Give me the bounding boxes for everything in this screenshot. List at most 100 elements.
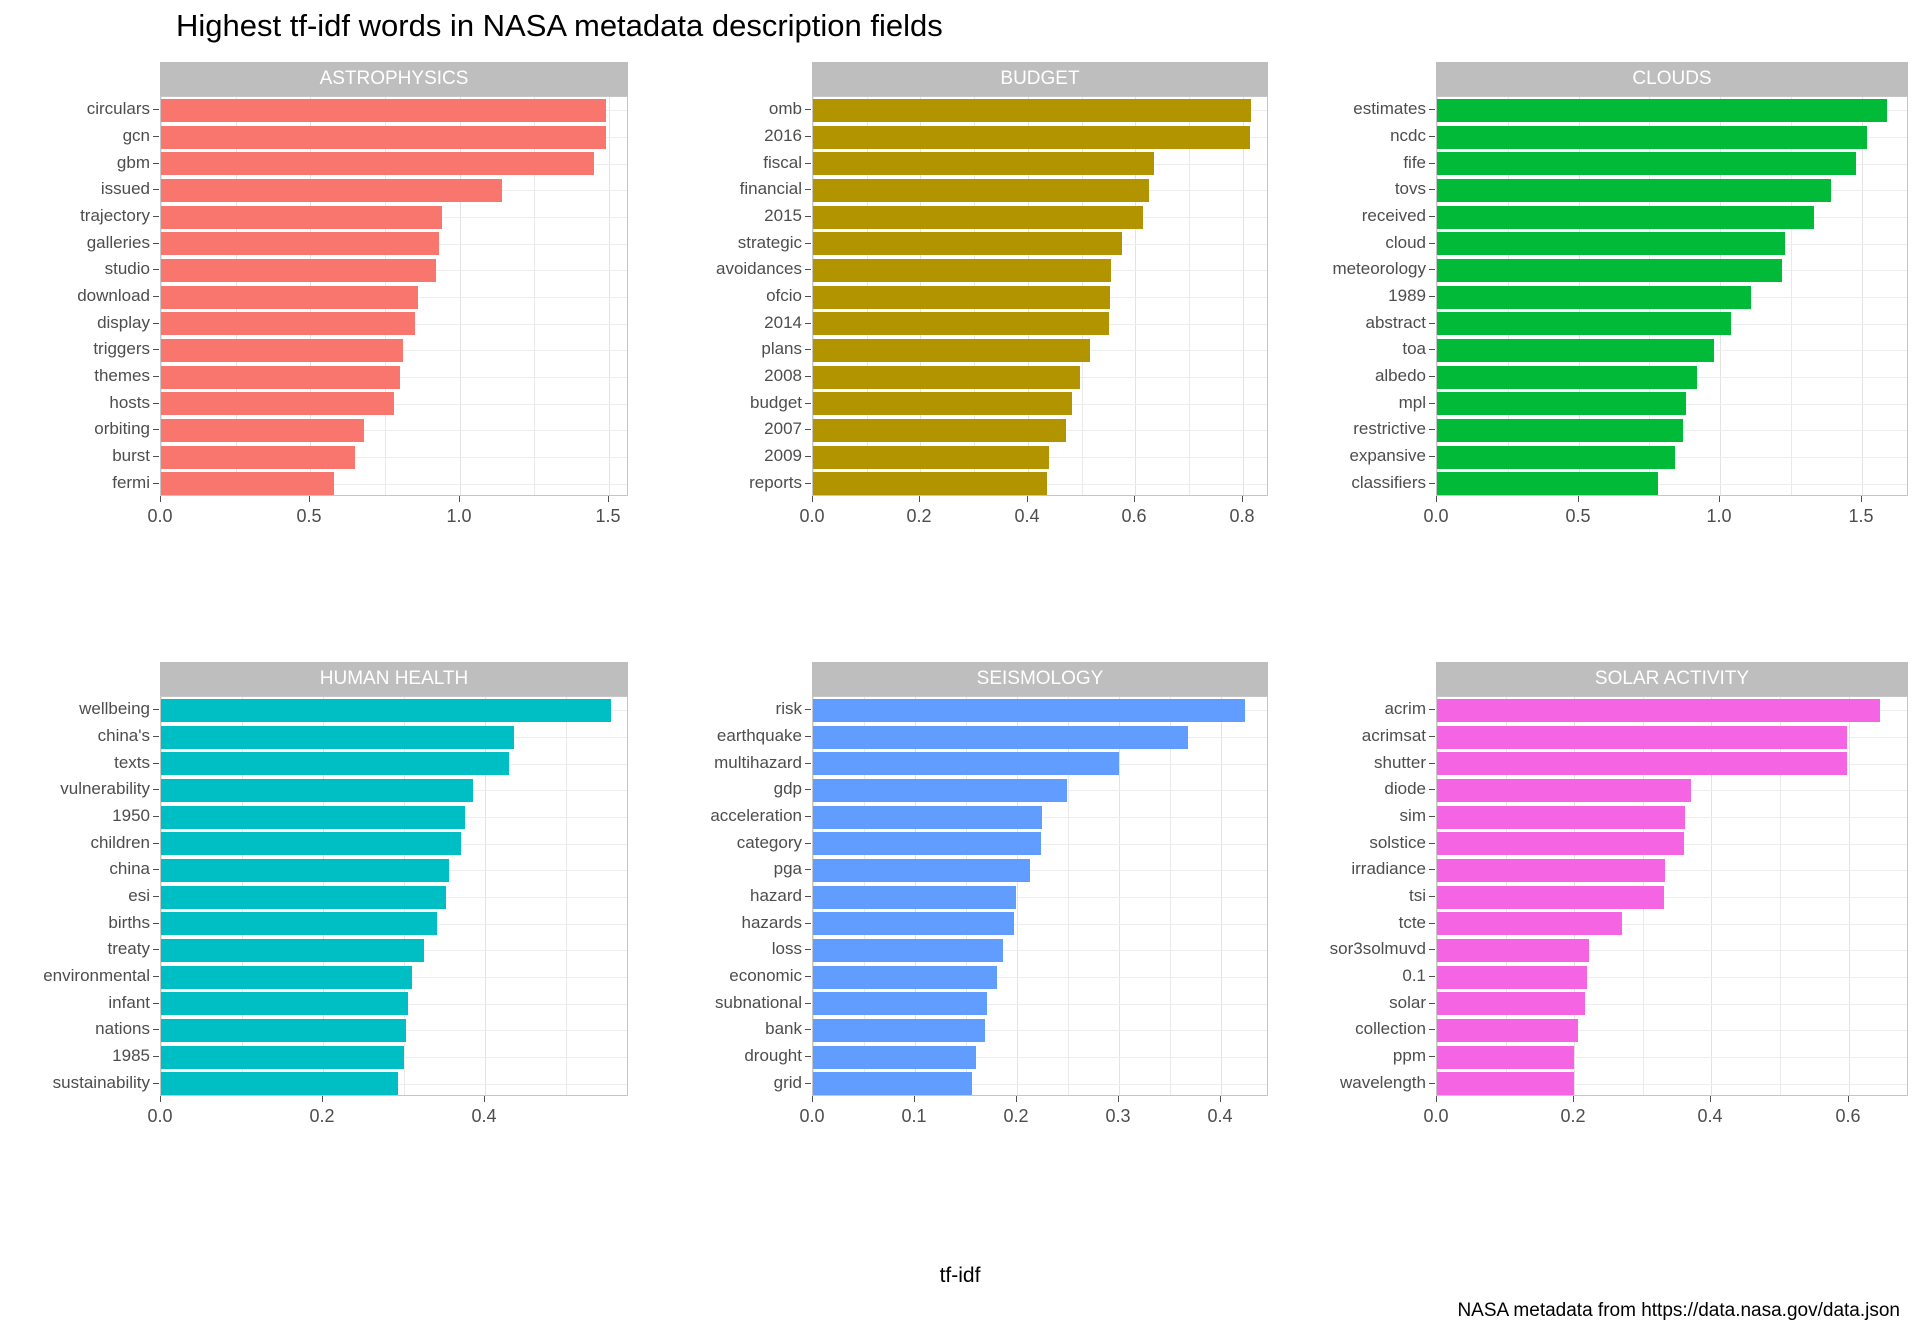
y-axis-tick-label: treaty: [107, 939, 150, 958]
y-axis: risk earthquake multihazard gdp acceleration…: [640, 696, 812, 1096]
y-axis-tick-label: loss: [771, 939, 802, 958]
y-axis: estimates ncdc fife tovs received cloud meteor…: [1280, 96, 1436, 496]
x-axis-tick-mark: [1027, 496, 1028, 502]
y-axis-tick-label: earthquake: [716, 726, 802, 745]
bar: [1437, 259, 1782, 282]
bar: [813, 1046, 976, 1069]
y-axis-tick-label: fiscal: [763, 153, 802, 172]
x-axis-tick-label: 0.3: [1105, 1106, 1131, 1126]
y-axis-tick-mark: [153, 483, 159, 484]
y-axis-tick-mark: [805, 1003, 811, 1004]
y-axis-tick-label: acrimsat: [1361, 726, 1426, 745]
y-axis-tick-label: themes: [94, 366, 150, 385]
y-axis-tick-label: 2014: [764, 313, 802, 332]
y-axis-tick-mark: [153, 816, 159, 817]
y-axis-tick-mark: [1429, 843, 1435, 844]
bar: [813, 472, 1047, 495]
bar: [1437, 99, 1887, 122]
y-axis-tick-label: diode: [1384, 779, 1426, 798]
y-axis-tick-mark: [153, 109, 159, 110]
y-axis-tick-label: ncdc: [1390, 126, 1426, 145]
plot-panel: [160, 696, 628, 1096]
y-axis-tick-mark: [805, 136, 811, 137]
x-axis-tick-label: 1.0: [1706, 506, 1732, 526]
facet-budget: BUDGET omb 2016 fiscal financial 2015 strategi…: [640, 52, 1280, 652]
x-axis-tick-label: 0.5: [1565, 506, 1591, 526]
y-axis-tick-mark: [805, 816, 811, 817]
y-axis-tick-mark: [153, 216, 159, 217]
y-axis-tick-label: collection: [1355, 1019, 1426, 1038]
y-axis-tick-label: expansive: [1349, 446, 1426, 465]
x-axis-tick-label: 0.4: [471, 1106, 497, 1126]
y-axis-tick-mark: [805, 1029, 811, 1030]
y-axis-tick-label: 2009: [764, 446, 802, 465]
y-axis-tick-mark: [1429, 163, 1435, 164]
bar: [1437, 806, 1685, 829]
y-axis-tick-mark: [805, 189, 811, 190]
y-axis-tick-mark: [805, 949, 811, 950]
y-axis-tick-mark: [153, 456, 159, 457]
y-axis-tick-mark: [153, 763, 159, 764]
plot-panel: [812, 96, 1268, 496]
y-axis-tick-label: abstract: [1365, 313, 1426, 332]
y-axis-tick-mark: [805, 456, 811, 457]
source-caption: NASA metadata from https://data.nasa.gov…: [1457, 1300, 1900, 1321]
bar: [161, 726, 514, 749]
y-axis-tick-mark: [153, 789, 159, 790]
x-axis-tick-mark: [1719, 496, 1720, 502]
y-axis-tick-label: fife: [1403, 153, 1426, 172]
bar: [813, 179, 1149, 202]
y-axis-tick-label: received: [1361, 206, 1426, 225]
y-axis-tick-mark: [153, 709, 159, 710]
facet-solar-activity: SOLAR ACTIVITY acrim acrimsat shutter diode s…: [1280, 652, 1920, 1252]
y-axis-tick-mark: [153, 163, 159, 164]
bar: [1437, 1019, 1578, 1042]
y-axis-tick-mark: [153, 949, 159, 950]
bar: [1437, 1046, 1574, 1069]
x-axis-tick-mark: [160, 496, 161, 502]
x-axis-tick-mark: [459, 496, 460, 502]
y-axis-tick-mark: [1429, 1003, 1435, 1004]
bar: [1437, 726, 1847, 749]
y-axis-tick-mark: [153, 403, 159, 404]
x-axis-tick-label: 0.0: [147, 1106, 173, 1126]
y-axis-tick-label: wellbeing: [79, 699, 150, 718]
bar: [161, 886, 446, 909]
x-axis-tick-label: 0.2: [1560, 1106, 1586, 1126]
y-axis-tick-label: strategic: [737, 233, 802, 252]
y-axis-tick-label: 2008: [764, 366, 802, 385]
y-axis-tick-label: births: [108, 913, 150, 932]
y-axis-tick-mark: [153, 296, 159, 297]
x-axis-tick-mark: [1242, 496, 1243, 502]
y-axis: circulars gcn gbm issued trajectory galleries…: [0, 96, 160, 496]
y-axis-tick-label: reports: [749, 473, 802, 492]
y-axis-tick-label: gbm: [116, 153, 150, 172]
y-axis-tick-mark: [805, 296, 811, 297]
bar: [161, 419, 364, 442]
x-axis-tick-label: 0.6: [1835, 1106, 1861, 1126]
y-axis-tick-mark: [805, 216, 811, 217]
bar: [813, 206, 1143, 229]
y-axis-tick-mark: [153, 1056, 159, 1057]
y-axis-tick-mark: [153, 189, 159, 190]
bar: [161, 912, 437, 935]
x-axis-tick-mark: [1220, 1096, 1221, 1102]
x-axis-tick-label: 0.0: [1423, 1106, 1449, 1126]
bar: [161, 939, 424, 962]
bar-series: [813, 97, 1267, 495]
y-axis-tick-label: classifiers: [1351, 473, 1426, 492]
y-axis-tick-mark: [1429, 323, 1435, 324]
bar: [161, 152, 594, 175]
x-axis-tick-label: 0.0: [147, 506, 173, 526]
bar: [1437, 939, 1589, 962]
bar: [813, 259, 1111, 282]
y-axis-tick-mark: [805, 869, 811, 870]
bar: [161, 259, 436, 282]
y-axis: wellbeing china's texts vulnerability 1950 ch…: [0, 696, 160, 1096]
facet-strip-label: HUMAN HEALTH: [160, 662, 628, 696]
bar: [161, 859, 449, 882]
y-axis-tick-mark: [1429, 403, 1435, 404]
page-title: Highest tf-idf words in NASA metadata de…: [176, 8, 943, 43]
y-axis-tick-label: avoidances: [715, 259, 802, 278]
y-axis-tick-mark: [153, 376, 159, 377]
